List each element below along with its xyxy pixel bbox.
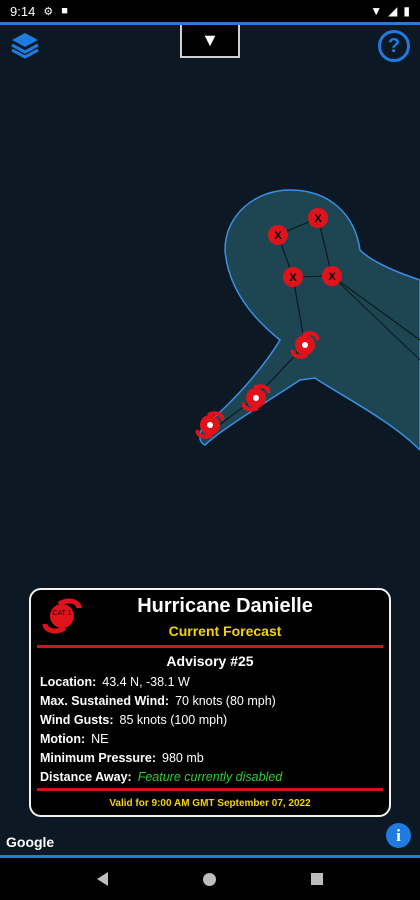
notification-icon: ■ — [61, 4, 68, 17]
storm-title: Hurricane Danielle — [137, 595, 313, 617]
detail-row-location: Location: 43.4 N, -38.1 W — [40, 675, 190, 689]
storm-info-card[interactable]: CAT 1 Hurricane Danielle Current Forecas… — [29, 588, 391, 817]
storm-selector-dropdown[interactable]: ▼ — [180, 25, 240, 58]
chevron-down-icon: ▼ — [201, 30, 219, 50]
recents-icon[interactable] — [311, 873, 323, 885]
info-button[interactable]: i — [386, 823, 411, 848]
storm-details: Location: 43.4 N, -38.1 W Max. Sustained … — [40, 673, 282, 787]
divider — [37, 645, 383, 648]
valid-time: Valid for 9:00 AM GMT September 07, 2022 — [109, 798, 311, 809]
google-attribution: Google — [6, 834, 55, 850]
battery-icon: ▮ — [403, 4, 410, 18]
back-icon[interactable] — [97, 872, 108, 886]
detail-row-pressure: Minimum Pressure: 980 mb — [40, 751, 204, 765]
detail-row-max-wind: Max. Sustained Wind: 70 knots (80 mph) — [40, 694, 276, 708]
help-icon: ? — [387, 34, 401, 57]
advisory-number: Advisory #25 — [166, 653, 254, 669]
extratropical-marker: X — [322, 266, 342, 286]
system-nav-bar — [0, 858, 420, 900]
status-bar: 9:14 ⚙ ■ ▼ ◢ ▮ — [0, 0, 420, 22]
extratropical-marker: X — [283, 267, 303, 287]
detail-row-distance: Distance Away: Feature currently disabled — [40, 770, 283, 784]
svg-text:X: X — [274, 230, 282, 242]
detail-row-motion: Motion: NE — [40, 732, 109, 746]
info-icon: i — [396, 825, 401, 845]
divider — [37, 788, 383, 791]
svg-text:X: X — [314, 213, 322, 225]
wifi-icon: ▼ — [370, 4, 383, 18]
svg-text:X: X — [328, 271, 336, 283]
extratropical-marker: X — [268, 225, 288, 245]
signal-icon: ◢ — [388, 4, 398, 18]
forecast-subtitle: Current Forecast — [168, 623, 282, 639]
status-time: 9:14 — [10, 3, 36, 19]
forecast-cone — [199, 189, 420, 452]
settings-icon: ⚙ — [43, 5, 54, 18]
home-icon[interactable] — [203, 872, 216, 886]
help-button[interactable]: ? — [378, 30, 410, 62]
layers-icon[interactable] — [10, 30, 40, 60]
svg-text:X: X — [289, 272, 297, 284]
detail-row-wind-gusts: Wind Gusts: 85 knots (100 mph) — [40, 713, 228, 727]
extratropical-marker: X — [308, 208, 328, 228]
